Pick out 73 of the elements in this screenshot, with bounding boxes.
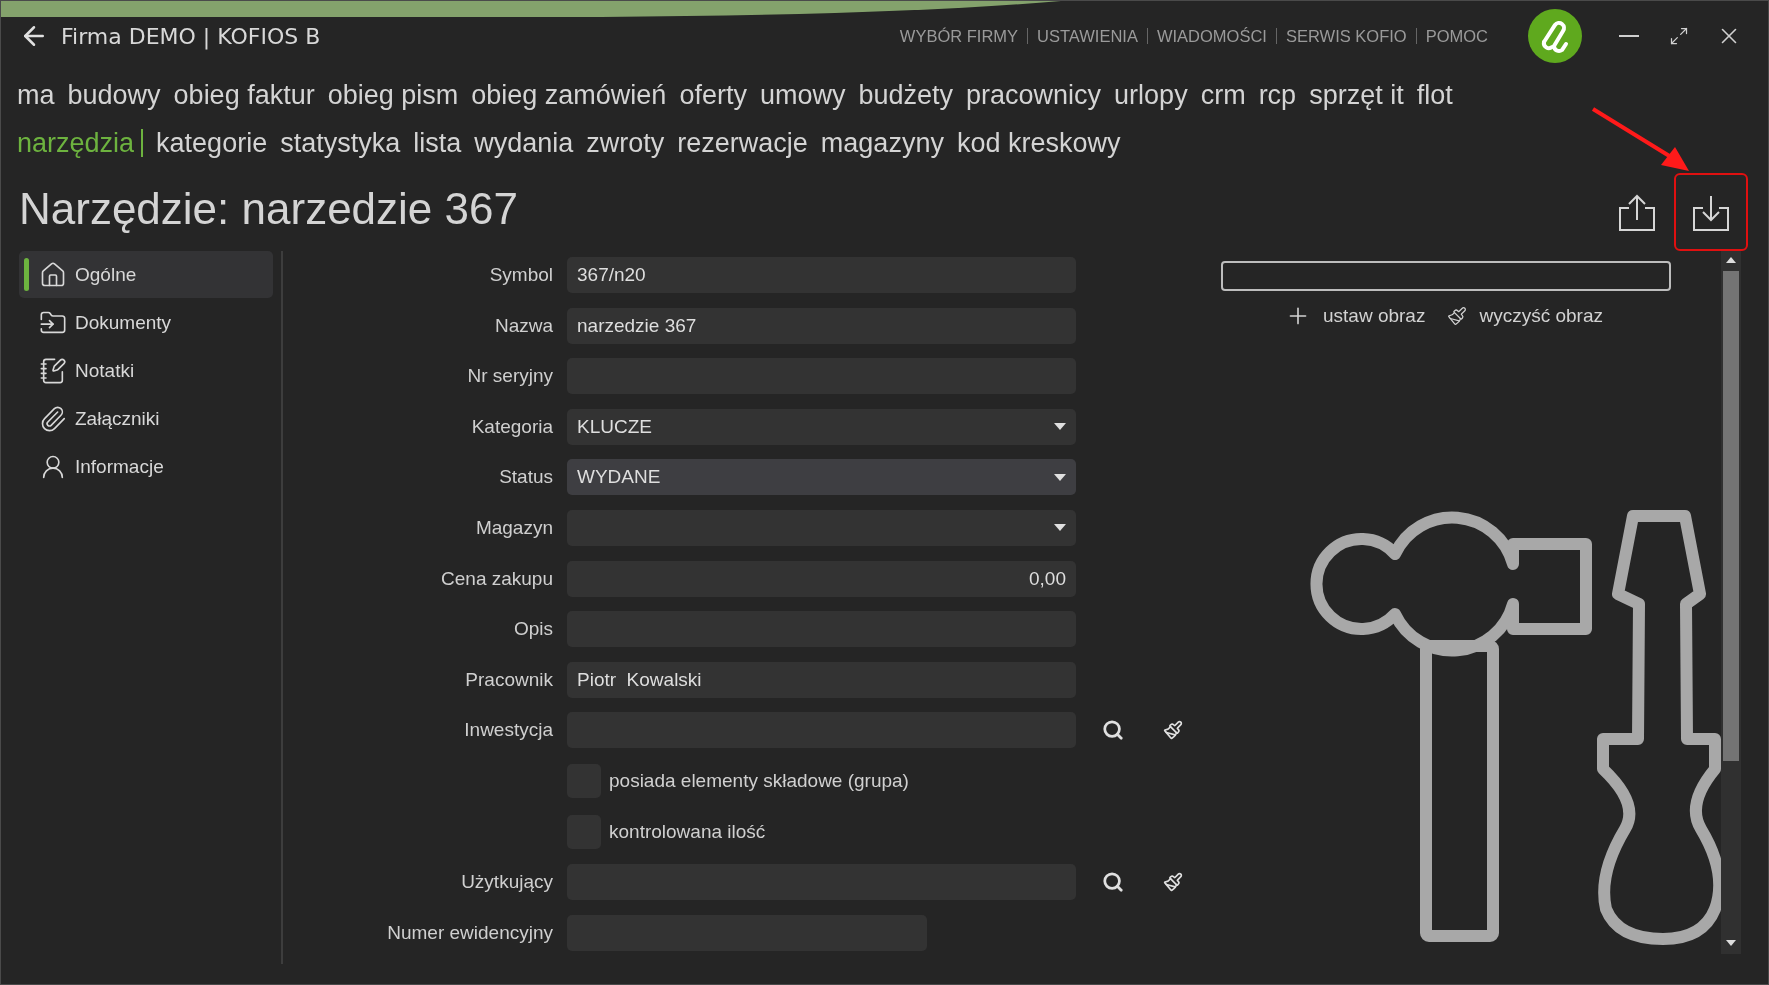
- caret-icon: [1054, 473, 1066, 481]
- submodule-link[interactable]: rezerwacje: [677, 127, 808, 159]
- sidebar-item[interactable]: Informacje: [19, 443, 273, 490]
- minimize-icon: [1619, 35, 1639, 37]
- sidebar-item[interactable]: Dokumenty: [19, 299, 273, 346]
- module-link[interactable]: obieg faktur: [173, 79, 315, 111]
- field-label: Kategoria: [470, 415, 553, 438]
- submodule-link[interactable]: magazyny: [820, 127, 944, 159]
- module-link[interactable]: crm: [1200, 79, 1246, 111]
- submodule-link[interactable]: wydania: [474, 127, 574, 159]
- field-label: Nazwa: [493, 314, 553, 337]
- module-link[interactable]: sprzęt it: [1309, 79, 1404, 111]
- submodule-link[interactable]: zwroty: [586, 127, 665, 159]
- field-label: Opis: [512, 618, 553, 641]
- scroll-up-arrow-icon[interactable]: [1726, 257, 1736, 263]
- top-link[interactable]: WYBÓR FIRMY: [899, 26, 1019, 46]
- module-link[interactable]: ma: [17, 79, 55, 111]
- sidebar-item[interactable]: Notatki: [19, 347, 273, 394]
- submodule-link[interactable]: lista: [413, 127, 462, 159]
- field-label: Pracownik: [464, 668, 553, 691]
- field-label: Symbol: [488, 264, 553, 286]
- notepad-icon: [39, 356, 67, 385]
- field-label: Status: [498, 466, 553, 489]
- input-field[interactable]: narzedzie 367: [567, 307, 1076, 344]
- upload-icon: [1617, 192, 1657, 232]
- input-field[interactable]: Piotr Kowalski: [567, 661, 1076, 698]
- input-field[interactable]: 367/n20: [567, 257, 1076, 293]
- dropdown[interactable]: WYDANE: [567, 459, 1076, 496]
- clear-image-button[interactable]: wyczyść obraz: [1447, 303, 1603, 329]
- field-label: Magazyn: [474, 516, 553, 539]
- paperclip-icon: [39, 404, 67, 433]
- scroll-down-arrow-icon[interactable]: [1726, 940, 1736, 946]
- maximize-icon: [1669, 26, 1689, 46]
- module-link[interactable]: budowy: [67, 79, 161, 111]
- submodule-link[interactable]: kategorie: [156, 127, 268, 159]
- field-label: Cena zakupu: [440, 567, 553, 590]
- top-link[interactable]: WIADOMOŚCI: [1156, 26, 1267, 46]
- logo-icon: [1528, 9, 1582, 63]
- page-heading: Narzędzie: narzedzie 367: [19, 184, 518, 234]
- submodule-link[interactable]: kod kreskowy: [956, 127, 1121, 159]
- caret-icon: [1054, 524, 1066, 532]
- caret-icon: [1054, 423, 1066, 431]
- module-link[interactable]: flot: [1416, 79, 1453, 111]
- dropdown[interactable]: KLUCZE: [567, 408, 1076, 445]
- module-link[interactable]: budżety: [858, 79, 954, 111]
- image-name-field[interactable]: [1221, 261, 1671, 291]
- submodule-link[interactable]: statystyka: [280, 127, 401, 159]
- top-link[interactable]: POMOC: [1425, 26, 1488, 46]
- house-icon: [39, 260, 67, 289]
- set-image-button[interactable]: ustaw obraz: [1285, 303, 1426, 329]
- import-button[interactable]: [1674, 173, 1748, 251]
- top-link[interactable]: SERWIS KOFIO: [1285, 26, 1407, 46]
- current-module-link[interactable]: narzędzia: [17, 127, 135, 159]
- sidebar-item[interactable]: Załączniki: [19, 395, 273, 442]
- module-link[interactable]: oferty: [679, 79, 747, 111]
- brush-icon: [1447, 306, 1468, 326]
- checkbox-label: posiada elementy składowe (grupa): [609, 769, 909, 792]
- scrollbar[interactable]: [1721, 251, 1741, 954]
- field-label: Inwestycja: [463, 719, 553, 742]
- window-title: Firma DEMO | KOFIOS B: [61, 23, 321, 49]
- module-link[interactable]: pracownicy: [966, 79, 1102, 111]
- input-field[interactable]: 0,00: [567, 560, 1076, 597]
- field-label: Nr seryjny: [466, 365, 553, 388]
- sidebar-item[interactable]: Ogólne: [19, 251, 273, 298]
- field-label: Użytkujący: [460, 871, 553, 894]
- checkbox-label: kontrolowana ilość: [609, 820, 766, 843]
- module-link[interactable]: rcp: [1258, 79, 1297, 111]
- module-link[interactable]: umowy: [759, 79, 846, 111]
- module-link[interactable]: urlopy: [1114, 79, 1188, 111]
- module-link[interactable]: obieg zamówień: [471, 79, 667, 111]
- module-link[interactable]: obieg pism: [327, 79, 459, 111]
- top-link[interactable]: USTAWIENIA: [1037, 26, 1138, 46]
- field-label: Numer ewidencyjny: [386, 921, 553, 944]
